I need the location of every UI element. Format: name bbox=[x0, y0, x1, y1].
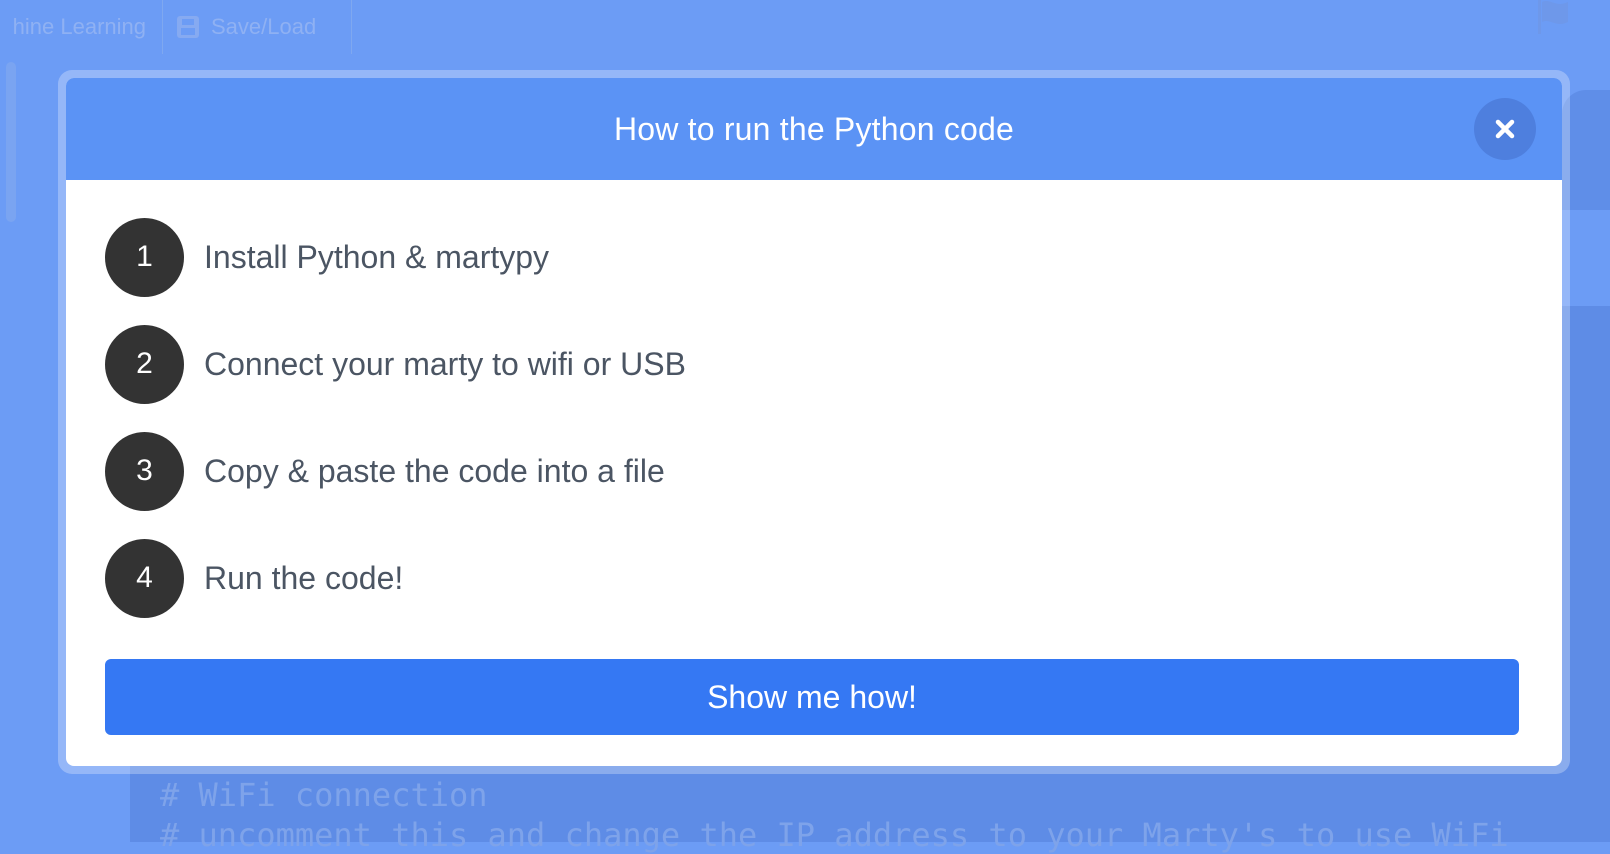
tab-save-load-label: Save/Load bbox=[211, 14, 317, 39]
step-label: Install Python & martypy bbox=[204, 238, 550, 275]
modal-title: How to run the Python code bbox=[613, 110, 1015, 147]
show-me-how-button[interactable]: Show me how! bbox=[105, 659, 1519, 735]
flag-icon[interactable] bbox=[1538, 0, 1574, 34]
tab-save-load[interactable]: Save/Load bbox=[162, 0, 352, 54]
tab-machine-learning[interactable]: hine Learning bbox=[0, 0, 162, 54]
modal-header: How to run the Python code bbox=[66, 78, 1562, 180]
scrollbar[interactable] bbox=[6, 62, 16, 222]
top-tab-bar: hine Learning Save/Load bbox=[0, 0, 1610, 56]
step-item: 4 Run the code! bbox=[105, 538, 686, 618]
python-instructions-modal: How to run the Python code 1 Install Pyt… bbox=[66, 78, 1562, 766]
step-number-badge: 2 bbox=[105, 324, 184, 404]
step-label: Copy & paste the code into a file bbox=[204, 452, 665, 489]
step-label: Connect your marty to wifi or USB bbox=[204, 345, 686, 382]
step-number-badge: 3 bbox=[105, 431, 184, 511]
close-icon bbox=[1495, 119, 1515, 139]
steps-list: 1 Install Python & martypy 2 Connect you… bbox=[105, 217, 686, 645]
step-item: 2 Connect your marty to wifi or USB bbox=[105, 324, 686, 404]
step-number-badge: 4 bbox=[105, 538, 184, 618]
step-item: 1 Install Python & martypy bbox=[105, 217, 686, 297]
step-number-badge: 1 bbox=[105, 217, 184, 297]
step-item: 3 Copy & paste the code into a file bbox=[105, 431, 686, 511]
close-button[interactable] bbox=[1474, 98, 1536, 160]
step-label: Run the code! bbox=[204, 559, 404, 596]
code-line: # uncomment this and change the IP addre… bbox=[160, 816, 1509, 854]
save-icon bbox=[177, 16, 199, 38]
modal-frame: How to run the Python code 1 Install Pyt… bbox=[58, 70, 1570, 774]
code-line: # WiFi connection bbox=[160, 776, 488, 814]
tab-machine-learning-label: hine Learning bbox=[12, 14, 146, 39]
